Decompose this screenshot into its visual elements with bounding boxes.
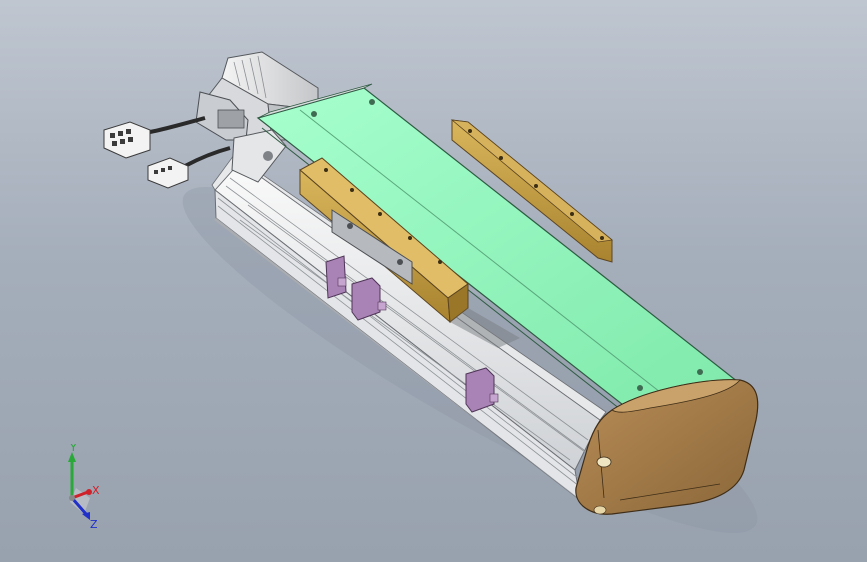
cad-viewport[interactable]: Y X Z [0,0,867,562]
axis-triad: Y X Z [68,444,100,531]
motor-cable-1 [149,116,206,134]
z-axis-label: Z [90,518,98,531]
linear-actuator-model[interactable] [0,0,867,562]
motor-cable-2 [184,146,231,168]
motor-mount-plate [231,129,287,183]
y-axis-label: Y [69,444,77,454]
triad-origin [69,495,75,501]
x-axis-label: X [92,484,100,497]
encoder-connector[interactable] [147,157,189,189]
power-connector[interactable] [103,121,151,159]
sensor-clamp-1[interactable] [325,255,347,299]
